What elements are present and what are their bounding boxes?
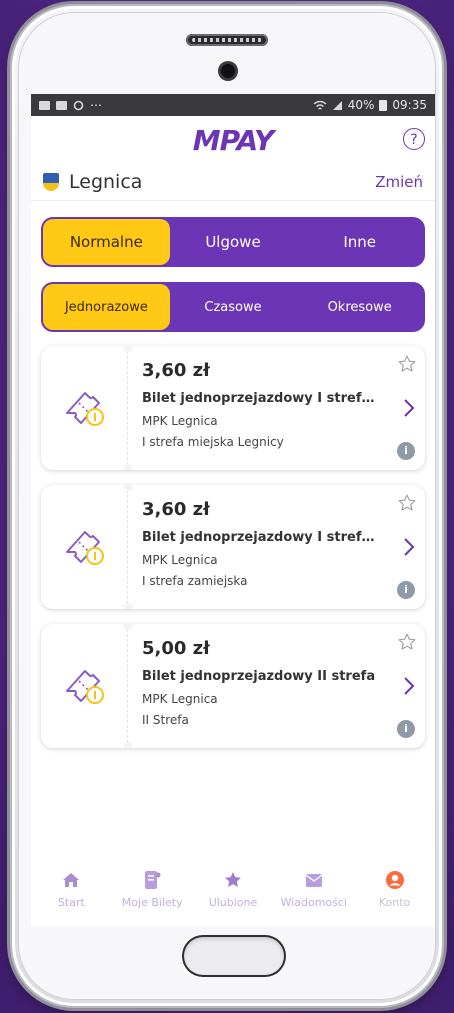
ticket-carrier: MPK Legnica xyxy=(142,553,218,567)
star-icon[interactable] xyxy=(397,632,417,652)
status-bar: ⋯ 40% 09:35 xyxy=(31,94,435,116)
signal-icon xyxy=(332,100,342,110)
home-button[interactable] xyxy=(184,937,284,975)
nav-konto[interactable]: Konto xyxy=(354,868,435,909)
chevron-right-icon[interactable] xyxy=(403,398,415,418)
ticket-stub xyxy=(41,346,133,470)
nav-moje-bilety[interactable]: Moje Bilety xyxy=(112,868,193,909)
fare-type-selector: Normalne Ulgowe Inne xyxy=(41,217,425,267)
ticket-name: Bilet jednoprzejazdowy II strefa xyxy=(142,669,376,684)
ticket-zone: I strefa miejska Legnicy xyxy=(142,435,284,449)
image-icon xyxy=(39,100,50,110)
ticket-price: 3,60 zł xyxy=(142,499,210,520)
clock: 09:35 xyxy=(392,98,427,112)
ticket-stub xyxy=(41,624,133,748)
ticket-icon xyxy=(66,531,104,565)
front-camera xyxy=(221,64,235,78)
nav-label: Wiadomości xyxy=(280,896,347,909)
info-icon[interactable]: i xyxy=(397,581,415,599)
ticket-card[interactable]: 3,60 zł Bilet jednoprzejazdowy I strefa … xyxy=(41,346,425,470)
fare-type-ulgowe[interactable]: Ulgowe xyxy=(170,219,297,265)
speaker-grille xyxy=(186,34,268,46)
ticket-icon xyxy=(66,392,104,426)
ticket-icon xyxy=(66,670,104,704)
home-icon xyxy=(63,873,80,887)
chevron-right-icon[interactable] xyxy=(403,676,415,696)
app-header: MPAY ? xyxy=(31,116,435,164)
star-icon[interactable] xyxy=(397,493,417,513)
chevron-right-icon[interactable] xyxy=(403,537,415,557)
wifi-icon xyxy=(313,100,327,110)
tickets-icon xyxy=(145,871,161,889)
change-city-button[interactable]: Zmień xyxy=(375,173,423,191)
sync-icon xyxy=(73,100,84,110)
nav-label: Start xyxy=(57,896,85,909)
ticket-carrier: MPK Legnica xyxy=(142,692,218,706)
nav-ulubione[interactable]: Ulubione xyxy=(193,868,274,909)
nav-label: Konto xyxy=(378,896,411,909)
nav-label: Ulubione xyxy=(208,896,258,909)
help-icon[interactable]: ? xyxy=(403,128,425,150)
ticket-type-jednorazowe[interactable]: Jednorazowe xyxy=(43,284,170,330)
mpay-logo: MPAY xyxy=(192,124,275,157)
ticket-card[interactable]: 5,00 zł Bilet jednoprzejazdowy II strefa… xyxy=(41,624,425,748)
ticket-list: 3,60 zł Bilet jednoprzejazdowy I strefa … xyxy=(31,332,435,748)
city-crest-icon xyxy=(43,173,59,191)
ticket-name: Bilet jednoprzejazdowy I strefa mi… xyxy=(142,391,380,406)
ticket-type-okresowe[interactable]: Okresowe xyxy=(296,284,423,330)
info-icon[interactable]: i xyxy=(397,442,415,460)
city-name: Legnica xyxy=(69,171,143,193)
nav-label: Moje Bilety xyxy=(121,896,183,909)
ticket-zone: II Strefa xyxy=(142,713,189,727)
ticket-type-czasowe[interactable]: Czasowe xyxy=(170,284,297,330)
ticket-carrier: MPK Legnica xyxy=(142,414,218,428)
ticket-card[interactable]: 3,60 zł Bilet jednoprzejazdowy I strefa … xyxy=(41,485,425,609)
favorites-star-icon xyxy=(225,872,241,887)
info-icon[interactable]: i xyxy=(397,720,415,738)
ticket-name: Bilet jednoprzejazdowy I strefa za… xyxy=(142,530,380,545)
fare-type-normalne[interactable]: Normalne xyxy=(43,219,170,265)
bottom-navigation: Start Moje Bilety Ulubione Wiadomości Ko… xyxy=(31,854,435,926)
fare-type-inne[interactable]: Inne xyxy=(296,219,423,265)
nav-wiadomosci[interactable]: Wiadomości xyxy=(273,868,354,909)
ticket-type-selector: Jednorazowe Czasowe Okresowe xyxy=(41,282,425,332)
app-screen: ⋯ 40% 09:35 MPAY ? Legnica Zmień Normaln… xyxy=(31,94,435,926)
battery-icon xyxy=(379,99,388,111)
message-icon xyxy=(56,100,67,110)
battery-percent: 40% xyxy=(347,98,375,112)
ticket-zone: I strefa zamiejska xyxy=(142,574,248,588)
ticket-price: 5,00 zł xyxy=(142,638,210,659)
star-icon[interactable] xyxy=(397,354,417,374)
city-row: Legnica Zmień xyxy=(31,164,435,201)
account-icon xyxy=(385,871,404,889)
mail-icon xyxy=(305,874,323,887)
nav-start[interactable]: Start xyxy=(31,868,112,909)
ticket-stub xyxy=(41,485,133,609)
status-more: ⋯ xyxy=(90,98,102,112)
ticket-price: 3,60 zł xyxy=(142,360,210,381)
